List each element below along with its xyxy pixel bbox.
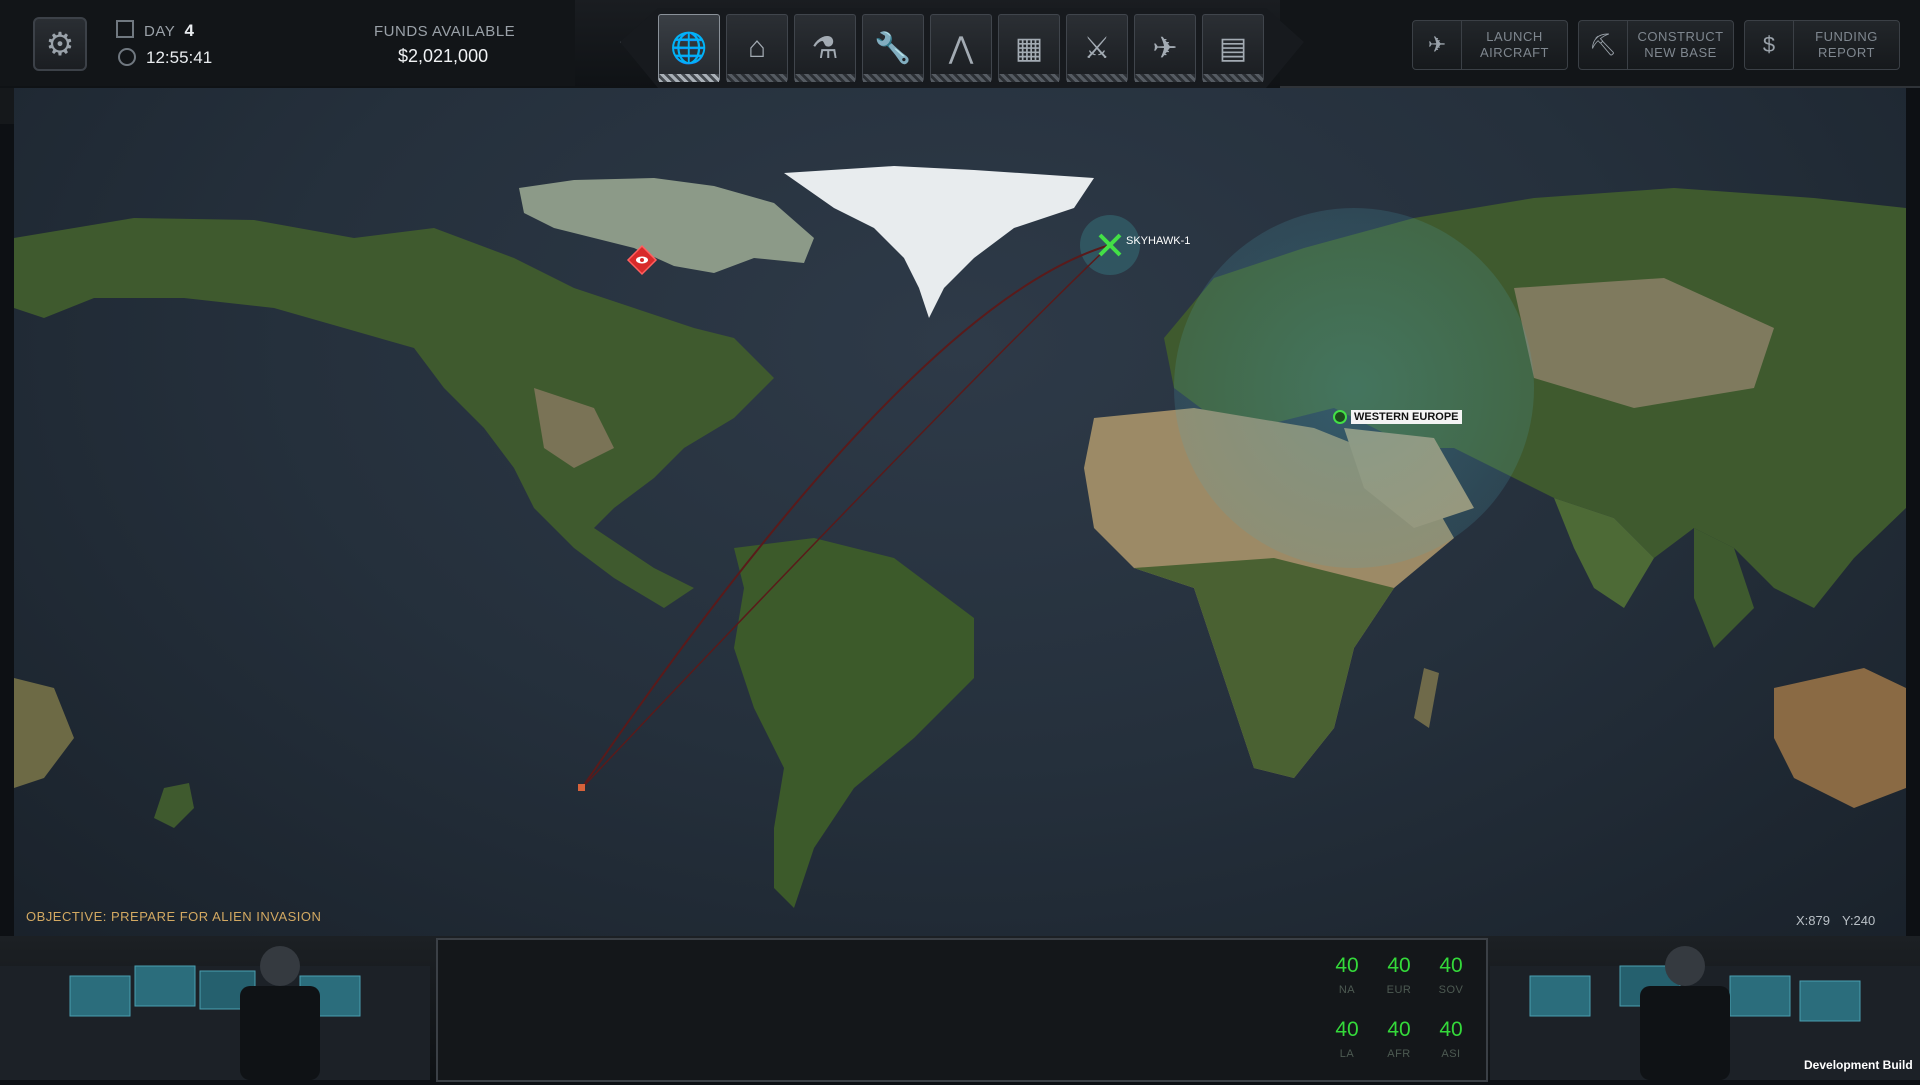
- australia: [1774, 668, 1906, 808]
- build-label: Development Build: [1804, 1058, 1913, 1072]
- nav-stripe: [931, 74, 991, 82]
- nav-geoscape-button[interactable]: 🌐: [658, 14, 720, 82]
- nav-stores-button[interactable]: ▦: [998, 14, 1060, 82]
- base-label[interactable]: WESTERN EUROPE: [1351, 410, 1462, 424]
- funding-report-button[interactable]: $ FUNDING REPORT: [1744, 20, 1900, 70]
- north-america: [14, 218, 774, 608]
- panic-region-label: SOV: [1438, 984, 1464, 996]
- panic-afr: 40 AFR: [1374, 1008, 1424, 1070]
- panic-region-label: LA: [1339, 1048, 1355, 1060]
- funds-value: $2,021,000: [398, 46, 489, 66]
- globe-icon: 🌐: [670, 31, 708, 65]
- greenland: [784, 166, 1094, 318]
- crates-icon: ▦: [1014, 31, 1044, 65]
- nav-base-button[interactable]: ⌂: [726, 14, 788, 82]
- plane-takeoff-icon: ✈: [1413, 21, 1462, 69]
- world-map[interactable]: SKYHAWK-1 WESTERN EUROPE: [14, 88, 1906, 936]
- launch-aircraft-button[interactable]: ✈ LAUNCH AIRCRAFT: [1412, 20, 1568, 70]
- day-label: DAY: [144, 23, 176, 40]
- madagascar: [1414, 668, 1439, 728]
- nav-soldiers-button[interactable]: ⋀: [930, 14, 992, 82]
- nav-archives-button[interactable]: ▤: [1202, 14, 1264, 82]
- cabinet-icon: ▤: [1218, 31, 1248, 65]
- hangar-icon: ⌂: [747, 31, 767, 64]
- satellite-coverage: [1174, 208, 1534, 568]
- nav-stripe: [1067, 74, 1127, 82]
- nav-stripe: [1203, 74, 1263, 82]
- day-value: 4: [184, 21, 195, 40]
- panic-value: 40: [1439, 1018, 1463, 1041]
- nav-stripe: [727, 74, 787, 82]
- flight-waypoint: [578, 784, 585, 791]
- panic-meter: 40 NA 40 EUR 40 SOV 40 LA 40 AFR 40 ASI: [1322, 944, 1480, 1076]
- construct-base-label: CONSTRUCT NEW BASE: [1637, 29, 1724, 60]
- panic-region-label: NA: [1338, 984, 1356, 996]
- construct-base-button[interactable]: ⛏ CONSTRUCT NEW BASE: [1578, 20, 1734, 70]
- nav-stripe: [795, 74, 855, 82]
- south-america: [734, 538, 974, 908]
- excavator-icon: ⛏: [1579, 21, 1628, 69]
- base-marker: [1333, 410, 1347, 424]
- nav-stripe: [863, 74, 923, 82]
- panic-value: 40: [1335, 1018, 1359, 1041]
- day-counter: DAY 4: [116, 20, 194, 41]
- panic-asi: 40 ASI: [1426, 1008, 1476, 1070]
- panic-la: 40 LA: [1322, 1008, 1372, 1070]
- panic-value: 40: [1439, 954, 1463, 977]
- nav-stripe: [659, 74, 719, 82]
- new-zealand: [154, 783, 194, 828]
- panic-value: 40: [1335, 954, 1359, 977]
- nav-aircraft-button[interactable]: ✈: [1134, 14, 1196, 82]
- calendar-icon: [116, 20, 134, 38]
- panic-sov: 40 SOV: [1426, 944, 1476, 1006]
- microscope-icon: ⚗: [811, 31, 839, 65]
- jet-icon: ✈: [1152, 31, 1178, 65]
- funds-label: FUNDS AVAILABLE: [374, 23, 516, 40]
- nav-engineering-button[interactable]: 🔧: [862, 14, 924, 82]
- panic-region-label: EUR: [1386, 984, 1412, 996]
- wrench-icon: 🔧: [874, 31, 912, 65]
- panic-region-label: ASI: [1441, 1048, 1461, 1060]
- operator-console-left: [0, 936, 430, 1080]
- panic-region-label: AFR: [1387, 1048, 1411, 1060]
- panic-value: 40: [1387, 1018, 1411, 1041]
- world-map-graphic: [14, 166, 1906, 908]
- time-value: 12:55:41: [146, 48, 213, 67]
- australia-west-edge: [14, 678, 74, 788]
- clock-icon: [118, 48, 136, 66]
- report-icon: $: [1745, 21, 1794, 69]
- panic-eur: 40 EUR: [1374, 944, 1424, 1006]
- aircraft-label[interactable]: SKYHAWK-1: [1126, 235, 1190, 247]
- game-clock: 12:55:41: [118, 48, 212, 68]
- africa-forest: [1134, 558, 1394, 778]
- cursor-coords: X:879 Y:240: [1796, 913, 1887, 928]
- funding-report-label: FUNDING REPORT: [1815, 29, 1878, 60]
- nav-research-button[interactable]: ⚗: [794, 14, 856, 82]
- panic-value: 40: [1387, 954, 1411, 977]
- coord-x: X:879: [1796, 913, 1830, 928]
- coord-y: Y:240: [1841, 913, 1876, 928]
- launch-aircraft-label: LAUNCH AIRCRAFT: [1480, 29, 1549, 60]
- arctic-islands: [519, 178, 814, 273]
- settings-button[interactable]: ⚙: [33, 17, 87, 71]
- nav-weapons-button[interactable]: ⚔: [1066, 14, 1128, 82]
- gear-icon: ⚙: [45, 26, 75, 62]
- nav-stripe: [1135, 74, 1195, 82]
- nav-stripe: [999, 74, 1059, 82]
- rank-chevron-icon: ⋀: [948, 31, 974, 65]
- rifle-icon: ⚔: [1083, 31, 1111, 65]
- panic-na: 40 NA: [1322, 944, 1372, 1006]
- objective-text: OBJECTIVE: PREPARE FOR ALIEN INVASION: [26, 909, 322, 924]
